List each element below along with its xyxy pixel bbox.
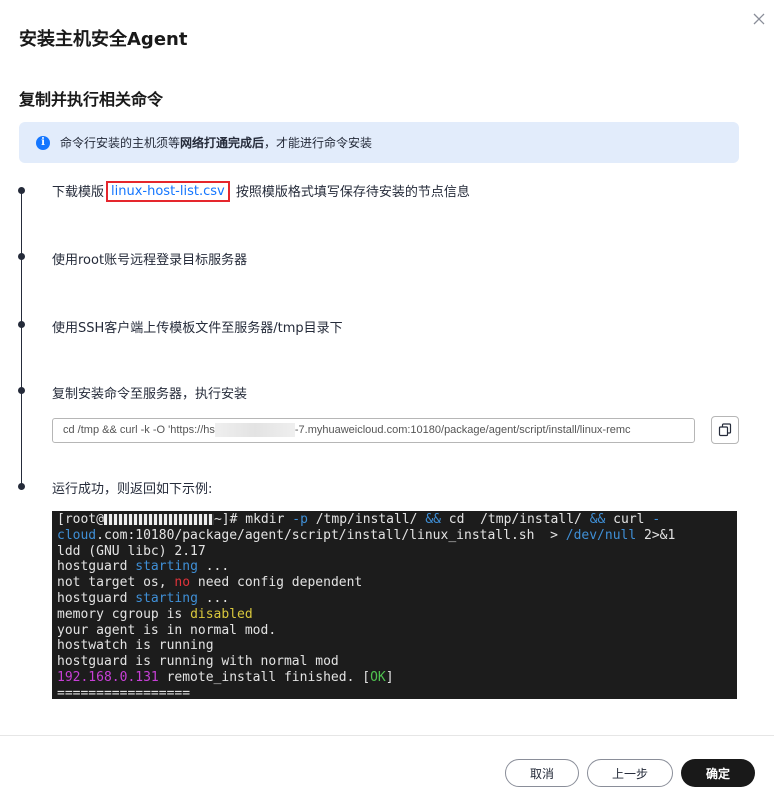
install-agent-dialog: 安装主机安全Agent 复制并执行相关命令 i 命令行安装的主机须等网络打通完成… — [0, 0, 774, 797]
copy-button[interactable] — [711, 416, 739, 444]
terminal-line: hostguard starting ... — [57, 590, 230, 606]
cancel-button[interactable]: 取消 — [505, 759, 579, 787]
step-upload: 使用SSH客户端上传模板文件至服务器/tmp目录下 — [52, 321, 343, 336]
notice-text: 命令行安装的主机须等网络打通完成后，才能进行命令安装 — [60, 136, 373, 150]
timeline-dot — [18, 187, 25, 194]
terminal-line: 192.168.0.131 remote_install finished. [… — [57, 669, 394, 685]
confirm-button[interactable]: 确定 — [681, 759, 755, 787]
timeline-dot — [18, 483, 25, 490]
previous-step-button[interactable]: 上一步 — [587, 759, 673, 787]
step-copy-command: 复制安装命令至服务器，执行安装 — [52, 387, 248, 402]
timeline-dot — [18, 321, 25, 328]
timeline-line — [21, 190, 22, 485]
close-icon[interactable] — [748, 8, 770, 30]
terminal-line: memory cgroup is disabled — [57, 606, 253, 622]
install-command-field[interactable]: cd /tmp && curl -k -O 'https://hs -7.myhu… — [52, 418, 695, 443]
terminal-line: hostguard starting ... — [57, 559, 230, 575]
terminal-output: [root@ ~]# mkdir -p /tmp/install/ && cd /… — [52, 511, 737, 699]
notice-banner: i 命令行安装的主机须等网络打通完成后，才能进行命令安装 — [19, 122, 739, 163]
step-result: 运行成功，则返回如下示例: — [52, 482, 213, 497]
timeline-dot — [18, 253, 25, 260]
section-title: 复制并执行相关命令 — [19, 90, 164, 109]
template-download-link[interactable]: linux-host-list.csv — [106, 181, 230, 202]
masked-region — [214, 423, 295, 438]
terminal-line: your agent is in normal mod. — [57, 622, 277, 638]
dialog-title: 安装主机安全Agent — [19, 29, 188, 50]
step-download-template: 下载模版 linux-host-list.csv 按照模版格式填写保存待安装的节点… — [52, 181, 470, 203]
terminal-line: cloud.com:10180/package/agent/script/ins… — [57, 527, 676, 543]
terminal-line: not target os, no need config dependent — [57, 575, 363, 591]
terminal-line: [root@ ~]# mkdir -p /tmp/install/ && cd /… — [57, 512, 661, 527]
info-icon: i — [36, 135, 50, 150]
timeline-dot — [18, 387, 25, 394]
terminal-line: hostguard is running with normal mod — [57, 654, 339, 670]
masked-hostname — [103, 514, 214, 525]
step-login: 使用root账号远程登录目标服务器 — [52, 253, 248, 268]
terminal-line: hostwatch is running — [57, 638, 214, 654]
terminal-line: ================= — [57, 685, 191, 699]
copy-icon — [718, 423, 732, 437]
footer-divider — [0, 735, 774, 736]
terminal-line: ldd (GNU libc) 2.17 — [57, 543, 206, 559]
